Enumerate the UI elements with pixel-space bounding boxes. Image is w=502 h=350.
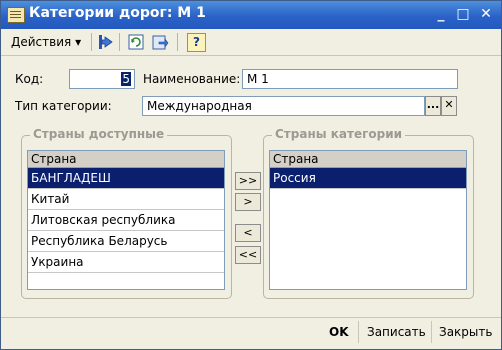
save-and-close-icon[interactable] xyxy=(97,33,115,51)
minimize-button[interactable]: _ xyxy=(431,5,451,24)
toolbar-separator xyxy=(177,33,178,51)
list-item[interactable]: БАНГЛАДЕШ xyxy=(28,168,224,189)
remove-one-button[interactable]: < xyxy=(235,224,261,242)
list-item[interactable]: Республика Беларусь xyxy=(28,231,224,252)
name-field[interactable]: М 1 xyxy=(242,69,458,89)
available-countries-title: Страны доступные xyxy=(30,127,168,141)
add-all-button[interactable]: >> xyxy=(235,172,261,190)
toolbar-separator xyxy=(91,33,92,51)
button-separator xyxy=(358,321,359,343)
list-item[interactable]: Литовская республика xyxy=(28,210,224,231)
clear-button[interactable]: ✕ xyxy=(441,96,457,116)
available-countries-group: Страны доступные Страна БАНГЛАДЕШ Китай … xyxy=(21,127,232,299)
available-list-header[interactable]: Страна xyxy=(28,151,224,168)
select-button[interactable]: ... xyxy=(425,96,441,116)
close-button[interactable]: Закрыть xyxy=(439,325,492,339)
category-countries-list[interactable]: Страна Россия xyxy=(269,150,467,290)
category-type-label: Тип категории: xyxy=(15,99,112,113)
window-title: Категории дорог: М 1 xyxy=(29,5,206,21)
add-one-button[interactable]: > xyxy=(235,193,261,211)
available-countries-list[interactable]: Страна БАНГЛАДЕШ Китай Литовская республ… xyxy=(27,150,225,290)
toolbar: Действия ▾ ? xyxy=(1,29,501,56)
ok-button[interactable]: OK xyxy=(329,325,349,339)
help-button[interactable]: ? xyxy=(187,33,206,52)
list-item[interactable]: Украина xyxy=(28,252,224,273)
category-countries-title: Страны категории xyxy=(272,127,406,141)
code-field[interactable]: 5 xyxy=(69,69,135,89)
category-type-field[interactable]: Международная xyxy=(142,96,425,116)
write-icon[interactable] xyxy=(151,33,169,51)
chevron-down-icon: ▾ xyxy=(75,35,82,49)
code-label: Код: xyxy=(15,72,44,86)
name-label: Наименование: xyxy=(143,72,241,86)
title-bar[interactable]: Категории дорог: М 1 _ □ ✕ xyxy=(1,1,501,29)
dialog-window: Категории дорог: М 1 _ □ ✕ Действия ▾ ? … xyxy=(0,0,502,350)
reread-icon[interactable] xyxy=(127,33,145,51)
button-separator xyxy=(431,321,432,343)
toolbar-separator xyxy=(119,33,120,51)
category-countries-group: Страны категории Страна Россия xyxy=(263,127,474,299)
form-icon xyxy=(7,7,25,23)
list-item[interactable]: Россия xyxy=(270,168,466,189)
actions-menu[interactable]: Действия ▾ xyxy=(11,35,81,49)
maximize-button[interactable]: □ xyxy=(453,5,473,24)
remove-all-button[interactable]: << xyxy=(235,246,261,264)
list-item[interactable]: Китай xyxy=(28,189,224,210)
actions-menu-label: Действия xyxy=(11,35,72,49)
save-button[interactable]: Записать xyxy=(367,325,426,339)
code-value: 5 xyxy=(121,72,131,86)
category-list-header[interactable]: Страна xyxy=(270,151,466,168)
close-window-button[interactable]: ✕ xyxy=(476,5,496,24)
bottom-separator xyxy=(1,317,501,318)
